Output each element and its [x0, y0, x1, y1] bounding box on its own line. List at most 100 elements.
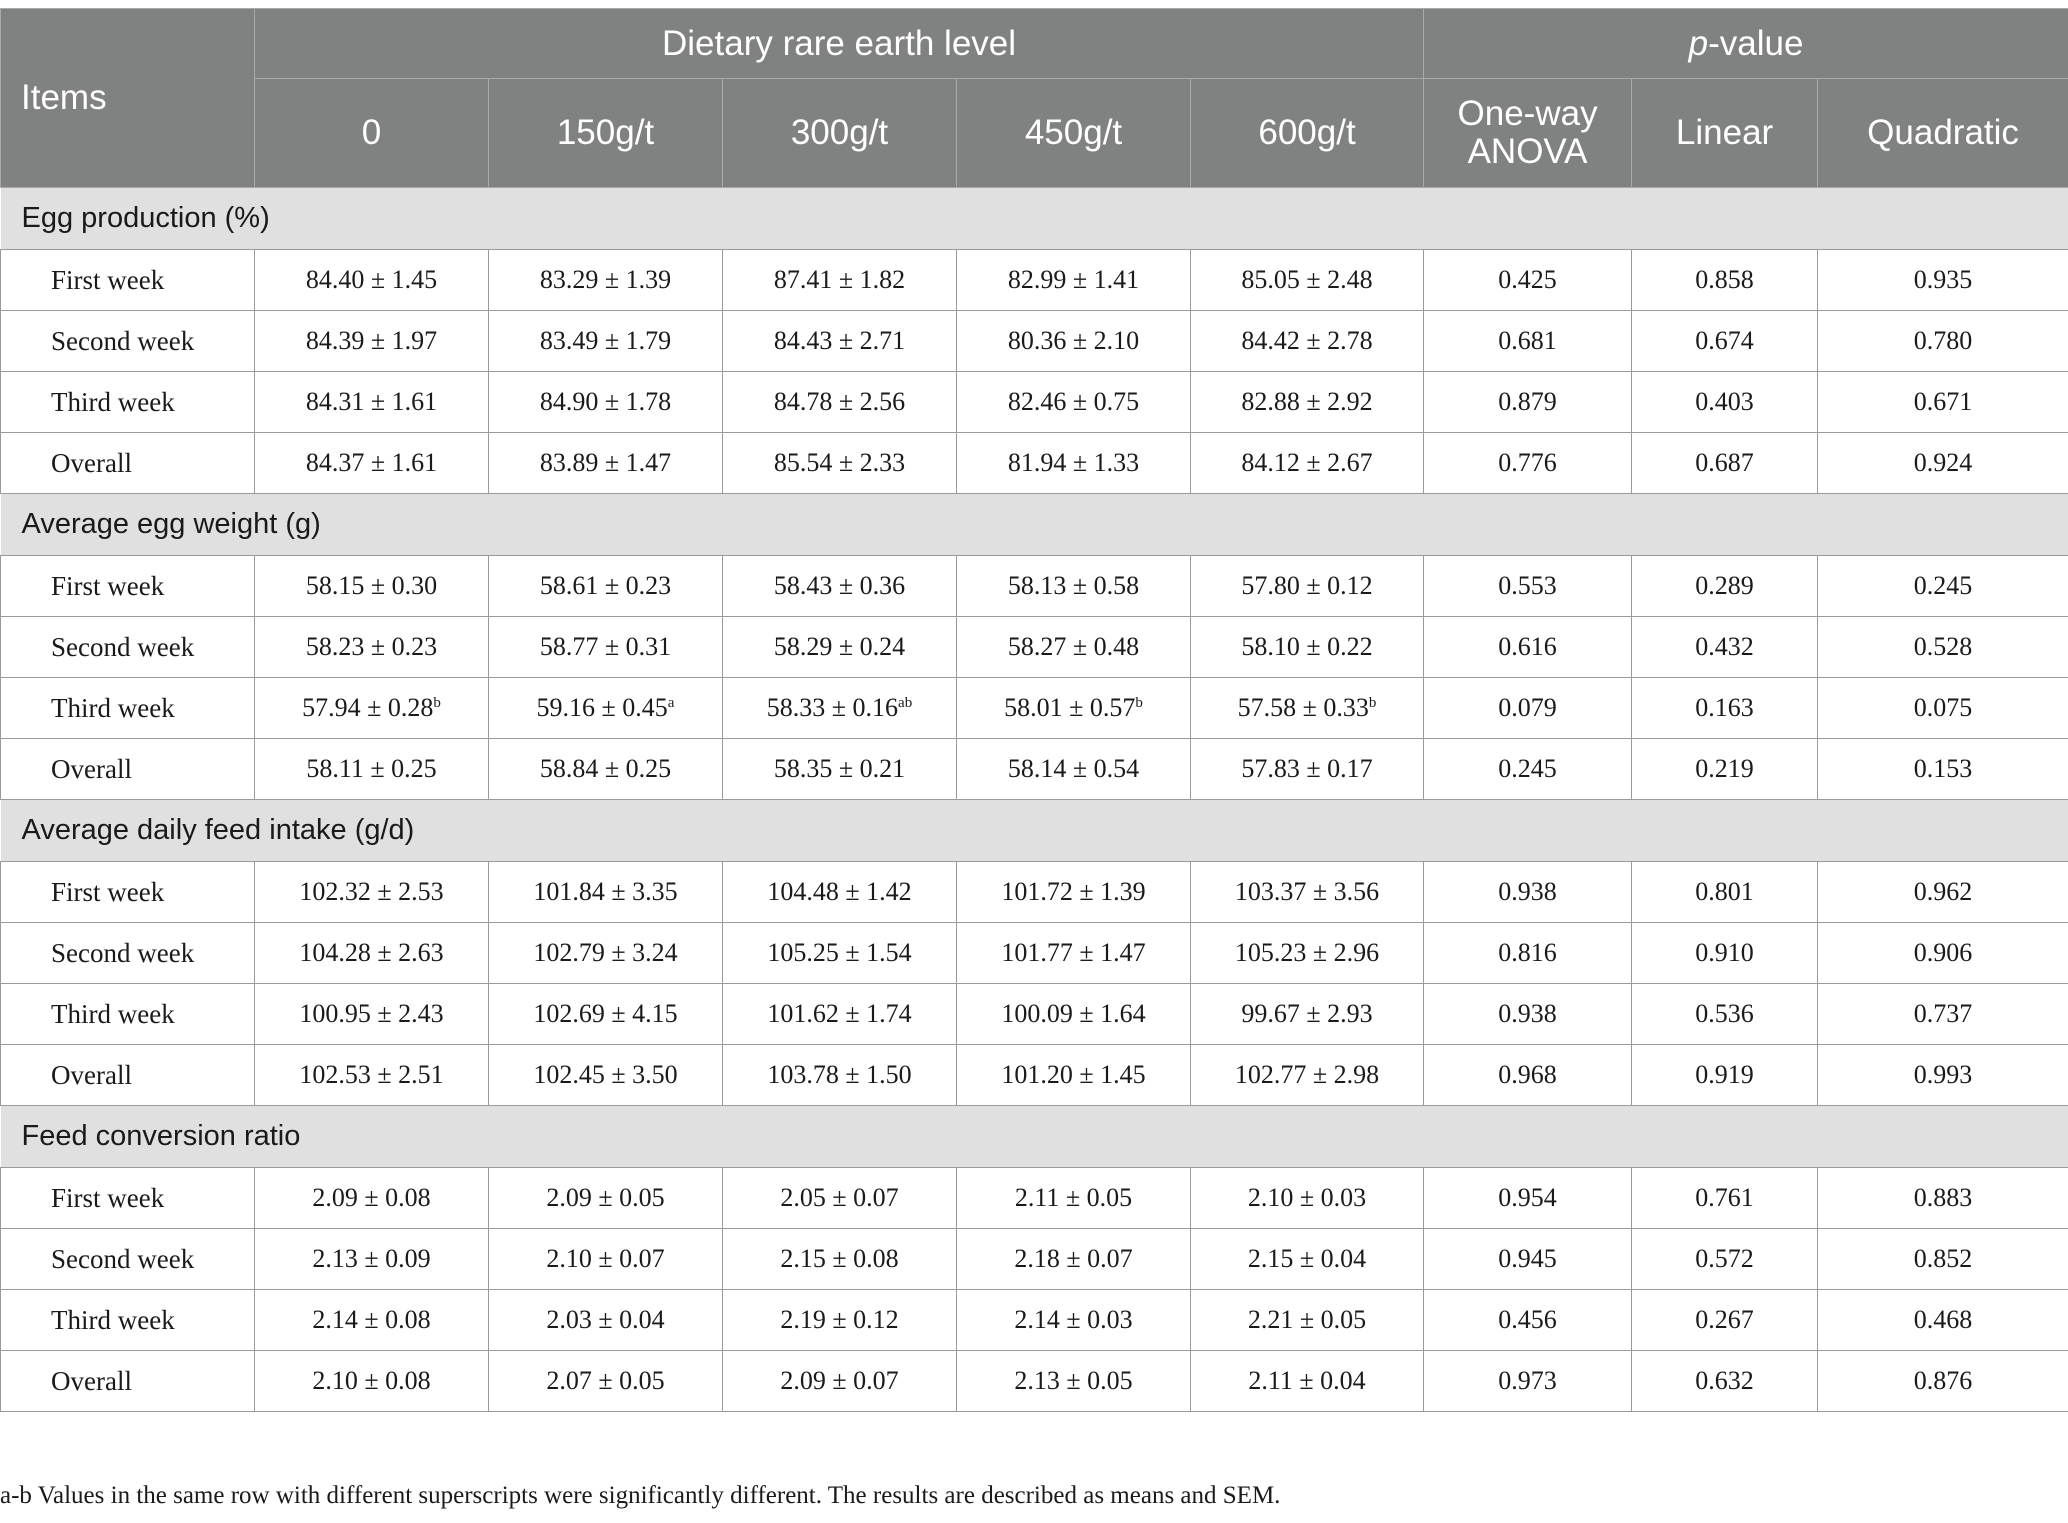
mean-sem-value: 58.23 ± 0.23 [305, 632, 438, 661]
mean-sem-cell: 2.09 ± 0.05 [488, 1167, 723, 1229]
mean-sem-cell: 58.14 ± 0.54 [956, 738, 1191, 800]
mean-sem-cell: 101.72 ± 1.39 [956, 861, 1191, 923]
mean-sem-value: 2.09 ± 0.08 [312, 1183, 431, 1212]
mean-sem-cell: 100.95 ± 2.43 [254, 983, 489, 1045]
table-footnote: a-b Values in the same row with differen… [0, 1482, 1281, 1509]
mean-sem-value: 102.77 ± 2.98 [1234, 1060, 1380, 1089]
mean-sem-cell: 2.15 ± 0.04 [1189, 1228, 1425, 1290]
mean-sem-cell: 2.10 ± 0.03 [1189, 1167, 1425, 1229]
mean-sem-cell: 57.80 ± 0.12 [1189, 555, 1425, 617]
section-header-row: Feed conversion ratio [0, 1105, 2068, 1168]
mean-sem-value: 102.45 ± 3.50 [533, 1060, 678, 1089]
pvalue-cell: 0.968 [1423, 1044, 1633, 1106]
mean-sem-value: 83.89 ± 1.47 [539, 448, 672, 477]
pvalue-cell: 0.879 [1423, 371, 1633, 433]
mean-sem-cell: 103.78 ± 1.50 [722, 1044, 957, 1106]
mean-sem-cell: 102.79 ± 3.24 [488, 922, 723, 984]
mean-sem-cell: 84.12 ± 2.67 [1189, 432, 1425, 494]
pvalue-cell: 0.163 [1631, 677, 1819, 739]
mean-sem-cell: 58.27 ± 0.48 [956, 616, 1191, 678]
mean-sem-value: 84.39 ± 1.97 [305, 326, 438, 355]
pvalue-cell: 0.816 [1423, 922, 1633, 984]
mean-sem-value: 101.20 ± 1.45 [1001, 1060, 1146, 1089]
test-header-anova: One-way ANOVA [1423, 78, 1633, 188]
mean-sem-value: 58.35 ± 0.21 [773, 754, 906, 783]
mean-sem-cell: 85.54 ± 2.33 [722, 432, 957, 494]
level-header: 600g/t [1189, 78, 1425, 188]
pvalue-cell: 0.910 [1631, 922, 1819, 984]
mean-sem-value: 58.13 ± 0.58 [1007, 571, 1140, 600]
mean-sem-value: 2.19 ± 0.12 [780, 1305, 899, 1334]
pvalue-cell: 0.858 [1631, 249, 1819, 311]
mean-sem-cell: 2.10 ± 0.07 [488, 1228, 723, 1290]
mean-sem-cell: 84.42 ± 2.78 [1189, 310, 1425, 372]
test-header-linear: Linear [1631, 78, 1819, 188]
mean-sem-value: 2.13 ± 0.09 [312, 1244, 431, 1273]
mean-sem-value: 2.21 ± 0.05 [1247, 1305, 1367, 1334]
table-row: Second week 104.28 ± 2.63 102.79 ± 3.24 105… [0, 922, 2068, 984]
pvalue-cell: 0.153 [1817, 738, 2068, 800]
mean-sem-cell: 102.69 ± 4.15 [488, 983, 723, 1045]
header-row-top: Items Dietary rare earth level p-value [0, 8, 2068, 188]
table-row: First week 2.09 ± 0.08 2.09 ± 0.05 2.05 ± 0… [0, 1167, 2068, 1229]
level-header: 150g/t [488, 78, 723, 188]
mean-sem-cell: 83.29 ± 1.39 [488, 249, 723, 311]
mean-sem-cell: 58.77 ± 0.31 [488, 616, 723, 678]
pvalue-cell: 0.075 [1817, 677, 2068, 739]
mean-sem-value: 2.15 ± 0.04 [1247, 1244, 1367, 1273]
row-label: Third week [0, 983, 255, 1045]
mean-sem-cell: 105.23 ± 2.96 [1189, 922, 1425, 984]
mean-sem-value: 58.11 ± 0.25 [306, 754, 437, 783]
mean-sem-value: 58.29 ± 0.24 [773, 632, 906, 661]
test-header-quadratic: Quadratic [1817, 78, 2068, 188]
header-row-sub: 0 150g/t 300g/t 450g/t 600g/t One-way AN… [1, 78, 2068, 188]
mean-sem-cell: 84.39 ± 1.97 [254, 310, 489, 372]
pvalue-cell: 0.674 [1631, 310, 1819, 372]
mean-sem-value: 58.01 ± 0.57 [1004, 693, 1136, 722]
mean-sem-cell: 2.09 ± 0.07 [722, 1350, 957, 1412]
mean-sem-cell: 57.83 ± 0.17 [1189, 738, 1425, 800]
pvalue-cell: 0.267 [1631, 1289, 1819, 1351]
mean-sem-value: 102.53 ± 2.51 [299, 1060, 444, 1089]
mean-sem-value: 101.77 ± 1.47 [1001, 938, 1146, 967]
pvalue-cell: 0.924 [1817, 432, 2068, 494]
mean-sem-cell: 82.99 ± 1.41 [956, 249, 1191, 311]
mean-sem-value: 87.41 ± 1.82 [773, 265, 906, 294]
mean-sem-cell: 102.32 ± 2.53 [254, 861, 489, 923]
mean-sem-value: 2.07 ± 0.05 [546, 1366, 665, 1395]
mean-sem-cell: 84.78 ± 2.56 [722, 371, 957, 433]
mean-sem-cell: 102.45 ± 3.50 [488, 1044, 723, 1106]
mean-sem-value: 57.94 ± 0.28 [302, 693, 434, 722]
table-row: Second week 84.39 ± 1.97 83.49 ± 1.79 84.43… [0, 310, 2068, 372]
row-label: Second week [0, 1228, 255, 1290]
pvalue-cell: 0.671 [1817, 371, 2068, 433]
mean-sem-cell: 102.53 ± 2.51 [254, 1044, 489, 1106]
table-row: Overall 58.11 ± 0.25 58.84 ± 0.25 58.35 ± 0… [0, 738, 2068, 800]
mean-sem-cell: 2.18 ± 0.07 [956, 1228, 1191, 1290]
mean-sem-cell: 105.25 ± 1.54 [722, 922, 957, 984]
mean-sem-value: 2.11 ± 0.05 [1014, 1183, 1133, 1212]
mean-sem-cell: 104.48 ± 1.42 [722, 861, 957, 923]
mean-sem-cell: 100.09 ± 1.64 [956, 983, 1191, 1045]
section-title: Average egg weight (g) [0, 493, 2068, 556]
row-label: First week [0, 249, 255, 311]
mean-sem-value: 58.27 ± 0.48 [1007, 632, 1140, 661]
mean-sem-value: 85.05 ± 2.48 [1241, 265, 1373, 294]
row-label: Third week [0, 1289, 255, 1351]
mean-sem-cell: 103.37 ± 3.56 [1189, 861, 1425, 923]
mean-sem-cell: 58.61 ± 0.23 [488, 555, 723, 617]
pvalue-cell: 0.801 [1631, 861, 1819, 923]
mean-sem-value: 84.37 ± 1.61 [305, 448, 438, 477]
mean-sem-cell: 2.13 ± 0.05 [956, 1350, 1191, 1412]
mean-sem-value: 83.49 ± 1.79 [539, 326, 672, 355]
mean-sem-value: 102.79 ± 3.24 [533, 938, 678, 967]
mean-sem-cell: 2.07 ± 0.05 [488, 1350, 723, 1412]
mean-sem-cell: 2.05 ± 0.07 [722, 1167, 957, 1229]
mean-sem-cell: 84.40 ± 1.45 [254, 249, 489, 311]
table-row: First week 102.32 ± 2.53 101.84 ± 3.35 104.… [0, 861, 2068, 923]
dietary-level-group-header: Dietary rare earth level [253, 8, 1425, 79]
mean-sem-value: 84.40 ± 1.45 [305, 265, 438, 294]
section-header-row: Average egg weight (g) [0, 493, 2068, 556]
mean-sem-cell: 2.14 ± 0.03 [956, 1289, 1191, 1351]
mean-sem-value: 2.10 ± 0.03 [1247, 1183, 1367, 1212]
